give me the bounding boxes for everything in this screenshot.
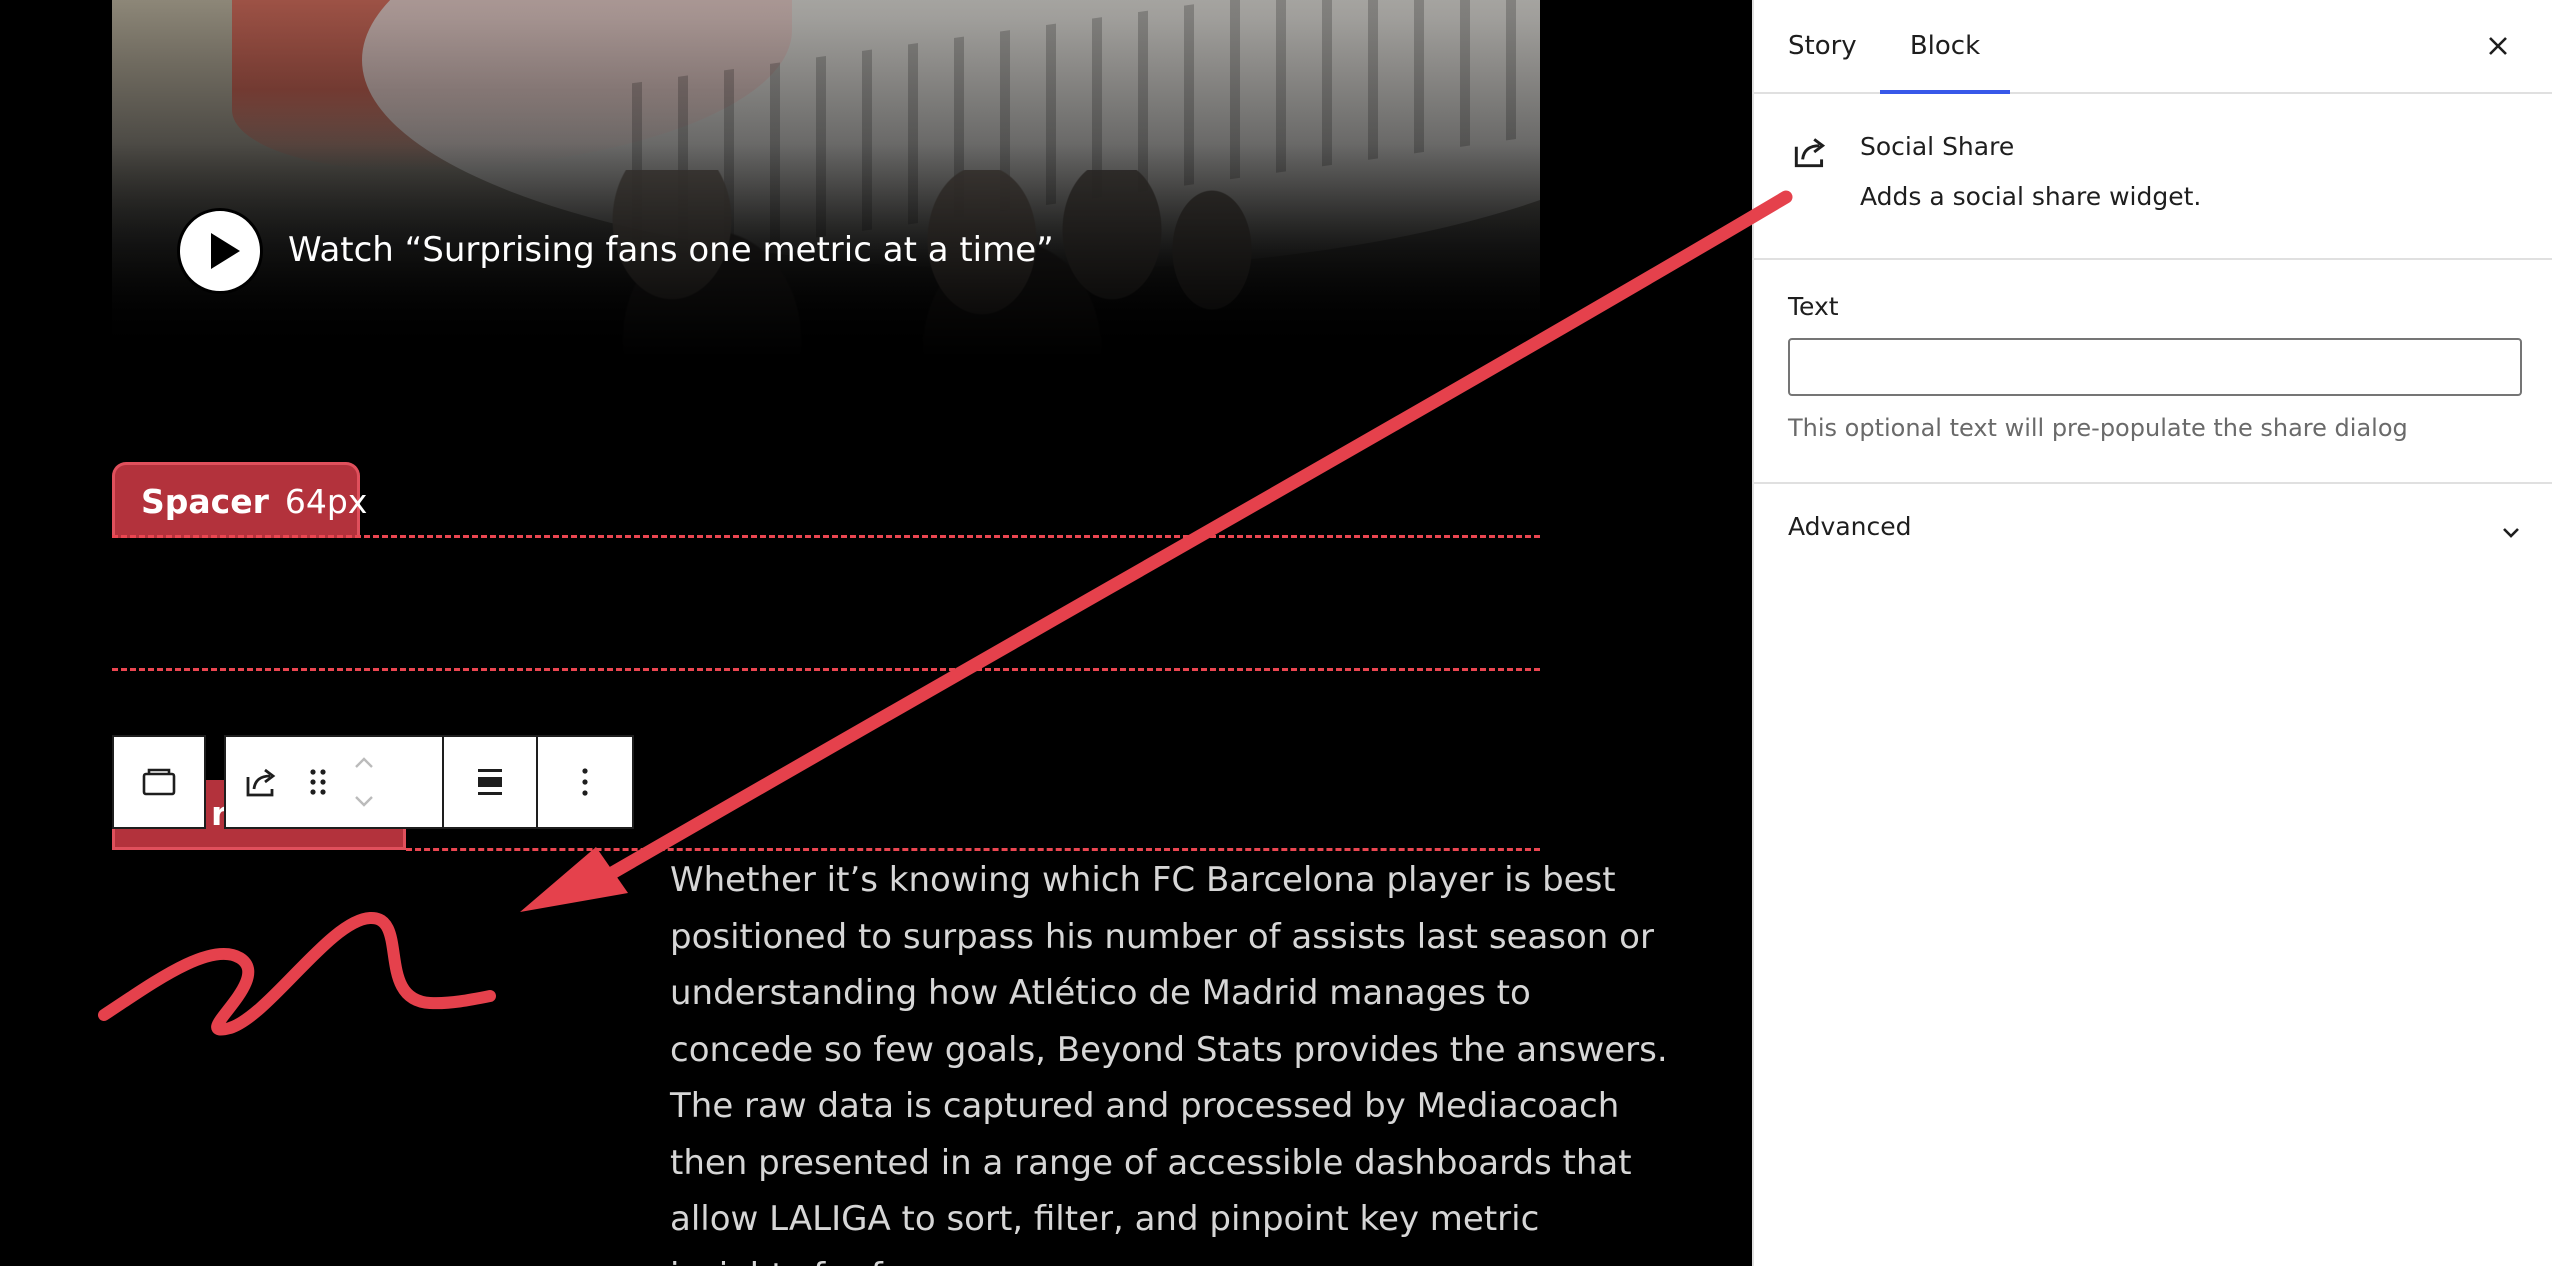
parent-block-icon bbox=[142, 768, 176, 796]
close-icon bbox=[2489, 37, 2507, 55]
paragraph-line: then presented in a range of accessible … bbox=[670, 1142, 1632, 1183]
sidebar-tabs: Story Block bbox=[1754, 0, 2552, 94]
move-up-button[interactable] bbox=[342, 745, 386, 781]
video-title: Watch “Surprising fans one metric at a t… bbox=[288, 230, 1054, 270]
tab-block[interactable]: Block bbox=[1880, 0, 2010, 94]
editor-canvas: Watch “Surprising fans one metric at a t… bbox=[0, 0, 1752, 1266]
paragraph-line: insights for fans. bbox=[670, 1248, 1550, 1266]
close-sidebar-button[interactable] bbox=[2476, 24, 2520, 68]
paragraph-line: allow LALIGA to sort, filter, and pinpoi… bbox=[670, 1199, 1540, 1239]
chevron-down-icon bbox=[2503, 528, 2519, 538]
tab-story[interactable]: Story bbox=[1788, 0, 1857, 92]
move-down-icon bbox=[355, 796, 373, 807]
block-description: Adds a social share widget. bbox=[1860, 182, 2202, 211]
social-share-icon bbox=[246, 768, 276, 797]
paragraph-block[interactable]: Whether it’s knowing which FC Barcelona … bbox=[670, 852, 1668, 1266]
paragraph-line: The raw data is captured and processed b… bbox=[670, 1086, 1620, 1126]
play-button[interactable] bbox=[177, 208, 263, 294]
spacer-top-boundary bbox=[112, 535, 1540, 538]
spacer-size: 64px bbox=[284, 482, 368, 521]
move-up-icon bbox=[355, 757, 373, 768]
drag-handle[interactable] bbox=[296, 737, 340, 827]
spacer-name: Spacer bbox=[141, 482, 269, 521]
paragraph-line: Whether it’s knowing which FC Barcelona … bbox=[670, 860, 1616, 900]
parent-block-group bbox=[112, 735, 206, 829]
settings-sidebar: Story Block Social Share Adds a social s… bbox=[1752, 0, 2552, 1266]
align-icon bbox=[478, 769, 502, 795]
play-icon bbox=[211, 233, 240, 269]
options-group bbox=[536, 735, 634, 829]
block-card-icon-wrap bbox=[1790, 132, 1830, 176]
spacer-block-label[interactable]: Spacer 64px bbox=[112, 462, 367, 538]
paragraph-line: concede so few goals, Beyond Stats provi… bbox=[670, 1029, 1668, 1070]
more-options-icon bbox=[582, 768, 588, 796]
block-title: Social Share bbox=[1860, 132, 2015, 161]
spacer-bottom-boundary bbox=[112, 668, 1540, 671]
share-text-input[interactable] bbox=[1788, 338, 2522, 396]
align-button[interactable] bbox=[444, 737, 536, 827]
move-down-button[interactable] bbox=[342, 783, 386, 819]
paragraph-line: positioned to surpass his number of assi… bbox=[670, 916, 1654, 957]
drag-handle-icon bbox=[310, 769, 326, 795]
select-parent-button[interactable] bbox=[114, 737, 204, 827]
text-settings-panel: Text This optional text will pre-populat… bbox=[1754, 258, 2552, 484]
advanced-panel-toggle[interactable]: Advanced bbox=[1754, 482, 2552, 576]
block-card: Social Share Adds a social share widget. bbox=[1754, 92, 2552, 260]
video-block[interactable]: Watch “Surprising fans one metric at a t… bbox=[112, 0, 1540, 358]
align-group bbox=[442, 735, 538, 829]
text-field-label: Text bbox=[1788, 292, 1839, 321]
more-options-button[interactable] bbox=[538, 737, 632, 827]
video-gradient-overlay bbox=[112, 0, 1540, 358]
block-type-button[interactable] bbox=[226, 737, 296, 827]
social-share-icon bbox=[1794, 138, 1826, 168]
advanced-label: Advanced bbox=[1788, 512, 1912, 541]
text-field-help: This optional text will pre-populate the… bbox=[1788, 414, 2408, 442]
paragraph-line: understanding how Atlético de Madrid man… bbox=[670, 973, 1531, 1013]
social-share-block-boundary bbox=[406, 848, 1540, 851]
